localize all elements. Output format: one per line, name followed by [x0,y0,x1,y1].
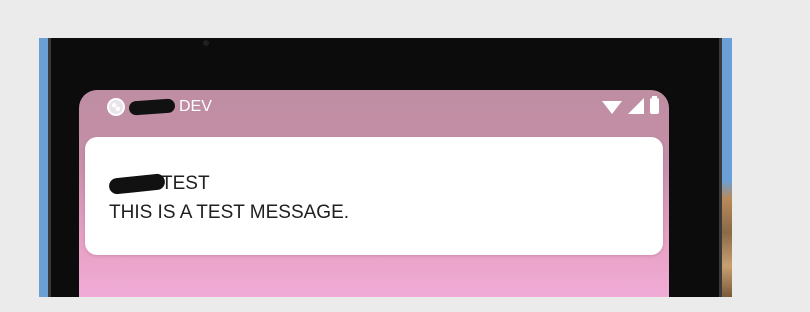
notification-card[interactable]: TEST THIS IS A TEST MESSAGE. [85,137,663,255]
battery-icon [650,96,659,114]
status-bar-left: DEV [107,98,212,116]
phone-screen: DEV TEST THIS IS A TEST MESSAGE. [79,90,669,297]
notification-message: THIS IS A TEST MESSAGE. [109,202,350,223]
app-icon [107,98,125,116]
app-label: DEV [179,98,212,115]
notification-title: TEST [108,173,210,195]
status-bar-right [602,96,659,114]
status-bar: DEV [79,90,669,126]
redaction-mark [128,98,176,116]
signal-icon [628,98,644,114]
screenshot-frame: DEV TEST THIS IS A TEST MESSAGE. [39,38,732,297]
camera-dot [203,40,209,46]
redaction-mark [108,173,166,195]
wifi-icon [602,101,622,114]
notification-title-text: TEST [161,173,210,194]
